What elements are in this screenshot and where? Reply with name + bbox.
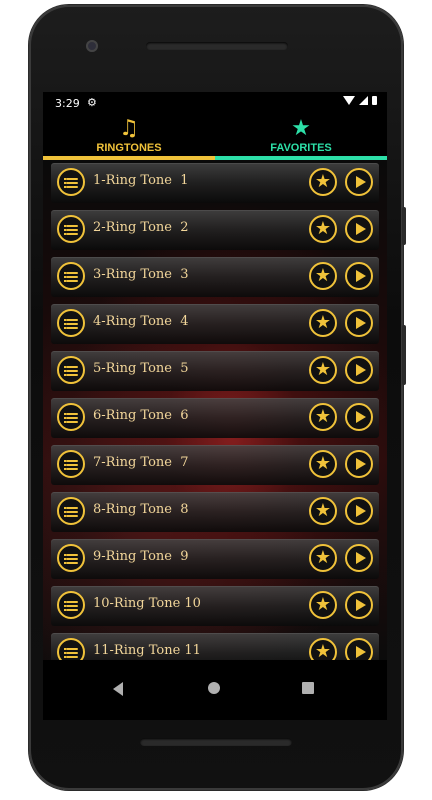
list-menu-icon[interactable] <box>57 215 85 243</box>
favorite-star-icon[interactable]: ★ <box>309 356 337 384</box>
list-item[interactable]: 10-Ring Tone 10 ★ <box>51 586 379 626</box>
list-menu-icon[interactable] <box>57 638 85 660</box>
list-item[interactable]: 6-Ring Tone 6 ★ <box>51 398 379 438</box>
play-icon[interactable] <box>345 450 373 478</box>
favorite-star-icon[interactable]: ★ <box>309 309 337 337</box>
play-icon[interactable] <box>345 638 373 660</box>
play-icon[interactable] <box>345 309 373 337</box>
play-icon[interactable] <box>345 497 373 525</box>
bottom-speaker <box>140 738 292 746</box>
tab-favorites[interactable]: ★ FAVORITES <box>215 114 387 160</box>
list-item[interactable]: 9-Ring Tone 9 ★ <box>51 539 379 579</box>
home-icon[interactable] <box>208 682 220 694</box>
ringtone-label: 7-Ring Tone 7 <box>93 455 189 470</box>
ringtone-label: 8-Ring Tone 8 <box>93 502 189 517</box>
favorite-star-icon[interactable]: ★ <box>309 262 337 290</box>
list-menu-icon[interactable] <box>57 168 85 196</box>
play-icon[interactable] <box>345 544 373 572</box>
list-menu-icon[interactable] <box>57 497 85 525</box>
screen: 3:29 ⚙ ♫ RINGTONES ★ FAVORITES 1-Ring To… <box>43 92 387 720</box>
tab-ringtones-label: RINGTONES <box>96 142 162 154</box>
signal-icon <box>359 96 368 105</box>
list-item[interactable]: 11-Ring Tone 11 ★ <box>51 633 379 660</box>
status-icons <box>343 96 377 105</box>
list-menu-icon[interactable] <box>57 591 85 619</box>
ringtone-label: 3-Ring Tone 3 <box>93 267 189 282</box>
favorite-star-icon[interactable]: ★ <box>309 403 337 431</box>
list-item[interactable]: 2-Ring Tone 2 ★ <box>51 210 379 250</box>
tab-ringtones[interactable]: ♫ RINGTONES <box>43 114 215 160</box>
ringtone-label: 11-Ring Tone 11 <box>93 643 201 658</box>
list-item[interactable]: 1-Ring Tone 1 ★ <box>51 163 379 203</box>
settings-gear-icon: ⚙ <box>87 96 97 109</box>
power-button <box>402 325 406 385</box>
list-menu-icon[interactable] <box>57 356 85 384</box>
tab-bar: ♫ RINGTONES ★ FAVORITES <box>43 114 387 160</box>
favorite-star-icon[interactable]: ★ <box>309 591 337 619</box>
favorite-star-icon[interactable]: ★ <box>309 544 337 572</box>
favorite-star-icon[interactable]: ★ <box>309 215 337 243</box>
ringtone-label: 5-Ring Tone 5 <box>93 361 189 376</box>
back-icon[interactable] <box>113 682 123 696</box>
ringtone-label: 4-Ring Tone 4 <box>93 314 189 329</box>
list-item[interactable]: 7-Ring Tone 7 ★ <box>51 445 379 485</box>
favorite-star-icon[interactable]: ★ <box>309 450 337 478</box>
list-menu-icon[interactable] <box>57 309 85 337</box>
list-menu-icon[interactable] <box>57 403 85 431</box>
play-icon[interactable] <box>345 591 373 619</box>
play-icon[interactable] <box>345 356 373 384</box>
ringtone-label: 10-Ring Tone 10 <box>93 596 201 611</box>
list-item[interactable]: 3-Ring Tone 3 ★ <box>51 257 379 297</box>
play-icon[interactable] <box>345 215 373 243</box>
list-item[interactable]: 8-Ring Tone 8 ★ <box>51 492 379 532</box>
tab-favorites-label: FAVORITES <box>270 142 332 154</box>
list-menu-icon[interactable] <box>57 544 85 572</box>
list-menu-icon[interactable] <box>57 450 85 478</box>
ringtone-list[interactable]: 1-Ring Tone 1 ★ 2-Ring Tone 2 ★ 3-Ring T… <box>43 160 387 660</box>
system-navigation-bar <box>43 660 387 720</box>
earpiece-speaker <box>146 42 288 50</box>
battery-icon <box>372 96 377 105</box>
list-menu-icon[interactable] <box>57 262 85 290</box>
play-icon[interactable] <box>345 262 373 290</box>
ringtone-label: 9-Ring Tone 9 <box>93 549 189 564</box>
star-icon: ★ <box>291 116 311 141</box>
ringtone-label: 2-Ring Tone 2 <box>93 220 189 235</box>
music-note-icon: ♫ <box>119 116 139 141</box>
list-item[interactable]: 4-Ring Tone 4 ★ <box>51 304 379 344</box>
wifi-icon <box>343 96 355 105</box>
status-bar: 3:29 ⚙ <box>43 92 387 114</box>
play-icon[interactable] <box>345 403 373 431</box>
status-time: 3:29 <box>55 97 80 110</box>
front-camera <box>86 40 98 52</box>
ringtone-label: 1-Ring Tone 1 <box>93 173 189 188</box>
favorite-star-icon[interactable]: ★ <box>309 497 337 525</box>
play-icon[interactable] <box>345 168 373 196</box>
favorite-star-icon[interactable]: ★ <box>309 638 337 660</box>
list-item[interactable]: 5-Ring Tone 5 ★ <box>51 351 379 391</box>
favorite-star-icon[interactable]: ★ <box>309 168 337 196</box>
recent-apps-icon[interactable] <box>302 682 314 694</box>
ringtone-label: 6-Ring Tone 6 <box>93 408 189 423</box>
volume-button <box>402 207 406 245</box>
